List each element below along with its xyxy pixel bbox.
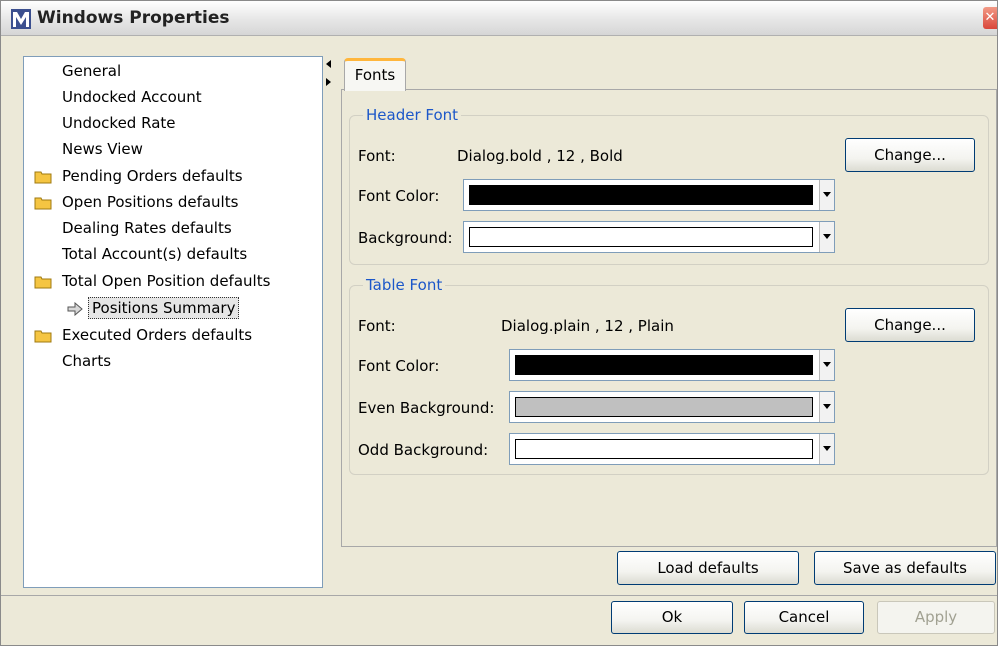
dropdown-arrow-icon[interactable] [819,222,834,252]
load-defaults-button[interactable]: Load defaults [617,551,799,585]
arrow-right-icon [67,302,83,316]
folder-icon [34,171,52,184]
even-background-select[interactable] [509,391,835,423]
odd-background-label: Odd Background: [358,441,489,459]
tree-item-total-accounts[interactable]: Total Account(s) defaults [62,243,247,265]
table-font-color-select[interactable] [509,349,835,381]
tree-item-executed-orders[interactable]: Executed Orders defaults [62,324,252,346]
dropdown-arrow-icon[interactable] [819,434,834,464]
folder-icon [34,197,52,210]
color-swatch [515,355,813,375]
settings-tree: General Undocked Account Undocked Rate N… [23,56,323,588]
selected-tree-label: Positions Summary [88,297,240,319]
header-font-change-button[interactable]: Change... [845,138,975,172]
header-font-color-select[interactable] [463,179,835,211]
expand-right-icon[interactable] [326,78,331,86]
odd-background-select[interactable] [509,433,835,465]
dropdown-arrow-icon[interactable] [819,180,834,210]
collapse-left-icon[interactable] [326,60,331,68]
close-button[interactable]: ✕ [983,7,997,29]
tree-item-positions-summary[interactable]: Positions Summary [88,297,240,319]
tree-item-dealing-rates[interactable]: Dealing Rates defaults [62,217,232,239]
dropdown-arrow-icon[interactable] [819,392,834,422]
tree-item-news-view[interactable]: News View [62,138,143,160]
cancel-button[interactable]: Cancel [744,601,864,634]
splitter-handle[interactable] [324,56,332,588]
tree-item-total-open-position[interactable]: Total Open Position defaults [62,270,270,292]
header-font-group: Header Font Font: Dialog.bold , 12 , Bol… [349,106,989,265]
tree-item-undocked-account[interactable]: Undocked Account [62,86,202,108]
color-swatch [469,227,813,247]
ok-button[interactable]: Ok [611,601,733,634]
app-logo-icon [11,9,31,29]
properties-dialog: Windows Properties ✕ General Undocked Ac… [0,0,998,646]
even-background-label: Even Background: [358,399,495,417]
tree-item-undocked-rate[interactable]: Undocked Rate [62,112,176,134]
header-font-label: Font: [358,147,396,165]
folder-icon [34,330,52,343]
table-font-title: Table Font [363,276,446,294]
header-background-label: Background: [358,229,453,247]
header-background-select[interactable] [463,221,835,253]
title-bar[interactable]: Windows Properties ✕ [1,1,997,36]
table-font-value: Dialog.plain , 12 , Plain [501,317,674,335]
save-defaults-button[interactable]: Save as defaults [814,551,996,585]
tree-item-pending-orders[interactable]: Pending Orders defaults [62,165,243,187]
window-title: Windows Properties [37,8,230,28]
tree-item-general[interactable]: General [62,60,121,82]
folder-icon [34,276,52,289]
fonts-tab-panel: Header Font Font: Dialog.bold , 12 , Bol… [341,89,997,547]
color-swatch [515,439,813,459]
table-font-group: Table Font Font: Dialog.plain , 12 , Pla… [349,276,989,475]
tab-fonts[interactable]: Fonts [344,58,406,91]
apply-button[interactable]: Apply [877,601,995,634]
dropdown-arrow-icon[interactable] [819,350,834,380]
header-font-title: Header Font [363,106,462,124]
color-swatch [515,397,813,417]
header-font-color-label: Font Color: [358,187,440,205]
table-font-label: Font: [358,317,396,335]
tree-item-open-positions[interactable]: Open Positions defaults [62,191,238,213]
table-font-change-button[interactable]: Change... [845,308,975,342]
color-swatch [469,185,813,205]
tree-item-charts[interactable]: Charts [62,350,111,372]
header-font-value: Dialog.bold , 12 , Bold [457,147,623,165]
table-font-color-label: Font Color: [358,357,440,375]
divider [1,595,997,596]
